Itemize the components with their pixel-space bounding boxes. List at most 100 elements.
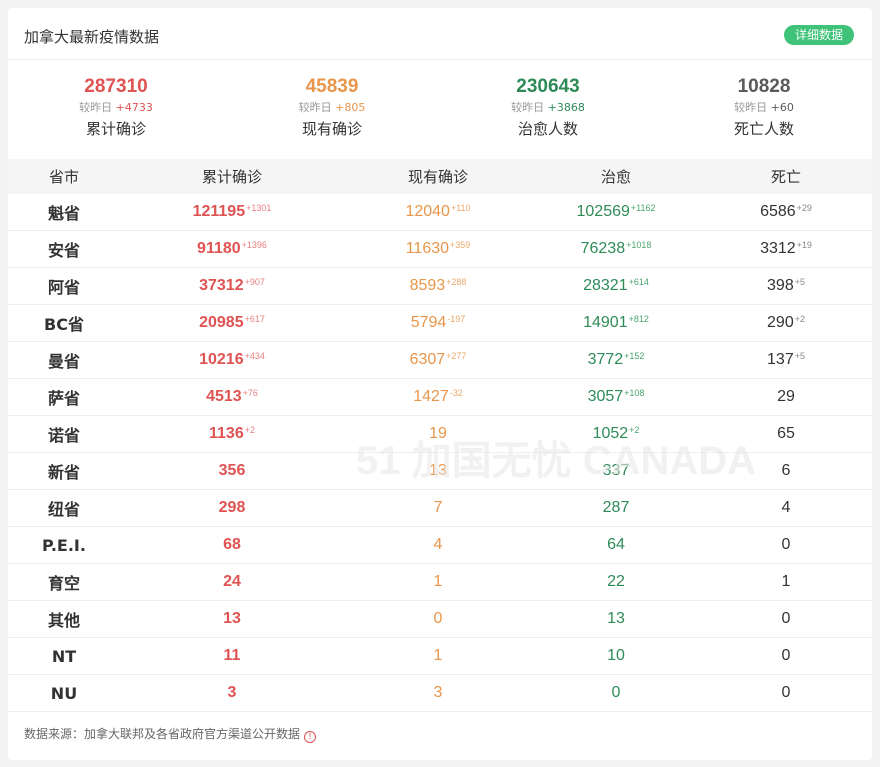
cell-current-delta: -32 [449, 388, 463, 398]
cell-healed-value: 64 [607, 536, 625, 553]
cell-total-value: 1136 [209, 425, 244, 442]
info-icon[interactable]: ! [304, 731, 317, 743]
cell-total-value: 11 [223, 647, 241, 664]
cell-death-delta: +5 [794, 351, 805, 361]
summary-stats: 287310 较昨日 +4733 累计确诊 45839 较昨日 +805 现有确… [8, 76, 872, 156]
cell-current: 12040+110 [344, 203, 532, 221]
stat-delta: 较昨日 +4733 [8, 101, 224, 115]
cell-total-value: 10216 [199, 351, 244, 368]
stat-delta: 较昨日 +805 [224, 101, 440, 115]
covid-data-card: 加拿大最新疫情数据 详细数据 287310 较昨日 +4733 累计确诊 458… [8, 8, 872, 760]
stat-delta: 较昨日 +60 [656, 101, 872, 115]
table-header: 省市 累计确诊 现有确诊 治愈 死亡 [8, 159, 872, 194]
cell-healed: 22 [532, 573, 700, 591]
column-header-current: 现有确诊 [407, 168, 468, 186]
column-header-total: 累计确诊 [201, 168, 262, 186]
cell-total: 11 [120, 647, 344, 665]
cell-healed-value: 337 [602, 462, 630, 479]
cell-total-value: 20985 [199, 314, 244, 331]
stat-delta-label: 较昨日 [298, 101, 332, 114]
cell-healed-delta: +108 [624, 388, 645, 398]
cell-current: 1 [344, 647, 532, 665]
cell-current: 1427-32 [344, 388, 532, 406]
cell-death-delta: +2 [794, 314, 805, 324]
cell-total-value: 356 [218, 462, 246, 479]
cell-province: 阿省 [47, 278, 80, 297]
column-header-healed: 治愈 [600, 168, 631, 186]
cell-healed-delta: +2 [629, 425, 640, 435]
cell-death-value: 6586 [760, 203, 796, 220]
cell-current-delta: -197 [447, 314, 466, 324]
cell-healed-value: 14901 [583, 314, 628, 331]
cell-province: 育空 [47, 574, 80, 593]
cell-healed: 10 [532, 647, 700, 665]
cell-healed-value: 1052 [592, 425, 629, 442]
stat-label: 治愈人数 [517, 120, 578, 138]
cell-healed-value: 28321 [583, 277, 628, 294]
cell-healed: 64 [532, 536, 700, 554]
cell-death: 1 [700, 573, 872, 591]
column-header-death: 死亡 [770, 168, 801, 186]
cell-healed-value: 13 [607, 610, 625, 627]
cell-death-value: 137 [767, 351, 794, 368]
cell-death: 65 [700, 425, 872, 443]
cell-current: 3 [344, 684, 532, 702]
cell-healed-value: 287 [602, 499, 630, 516]
cell-total-delta: +617 [244, 314, 265, 324]
cell-healed-value: 22 [607, 573, 625, 590]
cell-healed-delta: +614 [628, 277, 649, 287]
cell-current-value: 6307 [409, 351, 446, 368]
table-row: 阿省 37312+907 8593+288 28321+614 398+5 [8, 268, 872, 305]
table-row: 诺省 1136+2 19 1052+2 65 [8, 416, 872, 453]
cell-death-value: 0 [781, 536, 791, 553]
data-source-text: 数据来源：加拿大联邦及各省政府官方渠道公开数据 [24, 727, 301, 741]
cell-total-value: 68 [223, 536, 241, 553]
stat-current-confirmed: 45839 较昨日 +805 现有确诊 [224, 76, 440, 139]
stat-label: 现有确诊 [301, 120, 362, 138]
cell-total: 356 [120, 462, 344, 480]
cell-current: 0 [344, 610, 532, 628]
cell-total-value: 121195 [192, 203, 246, 220]
cell-total: 13 [120, 610, 344, 628]
province-table: 省市 累计确诊 现有确诊 治愈 死亡 魁省 121195+1301 12040+11… [8, 159, 872, 712]
table-row: 曼省 10216+434 6307+277 3772+152 137+5 [8, 342, 872, 379]
table-row: 其他 13 0 13 0 [8, 601, 872, 638]
cell-healed: 13 [532, 610, 700, 628]
cell-current: 8593+288 [344, 277, 532, 295]
cell-total: 91180+1396 [120, 240, 344, 258]
cell-total: 37312+907 [120, 277, 344, 295]
cell-healed: 76238+1018 [532, 240, 700, 258]
table-row: 新省 356 13 337 6 [8, 453, 872, 490]
table-row: 安省 91180+1396 11630+359 76238+1018 3312+19 [8, 231, 872, 268]
cell-current-delta: +288 [446, 277, 467, 287]
stat-delta-label: 较昨日 [511, 101, 545, 114]
cell-total-value: 24 [223, 573, 241, 590]
cell-current-value: 3 [433, 684, 443, 701]
table-row: 纽省 298 7 287 4 [8, 490, 872, 527]
cell-province: 魁省 [47, 204, 80, 223]
cell-current: 7 [344, 499, 532, 517]
cell-total: 3 [120, 684, 344, 702]
cell-healed-value: 3772 [587, 351, 624, 368]
table-row: NT 11 1 10 0 [8, 638, 872, 675]
cell-death: 0 [700, 536, 872, 554]
data-source-note: 数据来源：加拿大联邦及各省政府官方渠道公开数据! [24, 725, 317, 743]
table-row: NU 3 3 0 0 [8, 675, 872, 712]
stat-delta-label: 较昨日 [79, 101, 113, 114]
card-title: 加拿大最新疫情数据 [24, 28, 160, 46]
cell-death-delta: +19 [796, 240, 812, 250]
cell-total: 24 [120, 573, 344, 591]
cell-current-value: 13 [429, 462, 447, 479]
cell-death: 0 [700, 684, 872, 702]
cell-province: BC省 [44, 315, 84, 334]
cell-current-value: 4 [433, 536, 443, 553]
stat-delta-value: +805 [335, 101, 366, 114]
detail-data-button[interactable]: 详细数据 [784, 25, 854, 45]
cell-current-value: 8593 [409, 277, 446, 294]
cell-healed: 3057+108 [532, 388, 700, 406]
cell-current-value: 5794 [410, 314, 447, 331]
cell-death-value: 65 [777, 425, 795, 442]
cell-healed-value: 102569 [576, 203, 630, 220]
cell-current-value: 1 [433, 573, 443, 590]
cell-total-delta: +2 [244, 425, 255, 435]
